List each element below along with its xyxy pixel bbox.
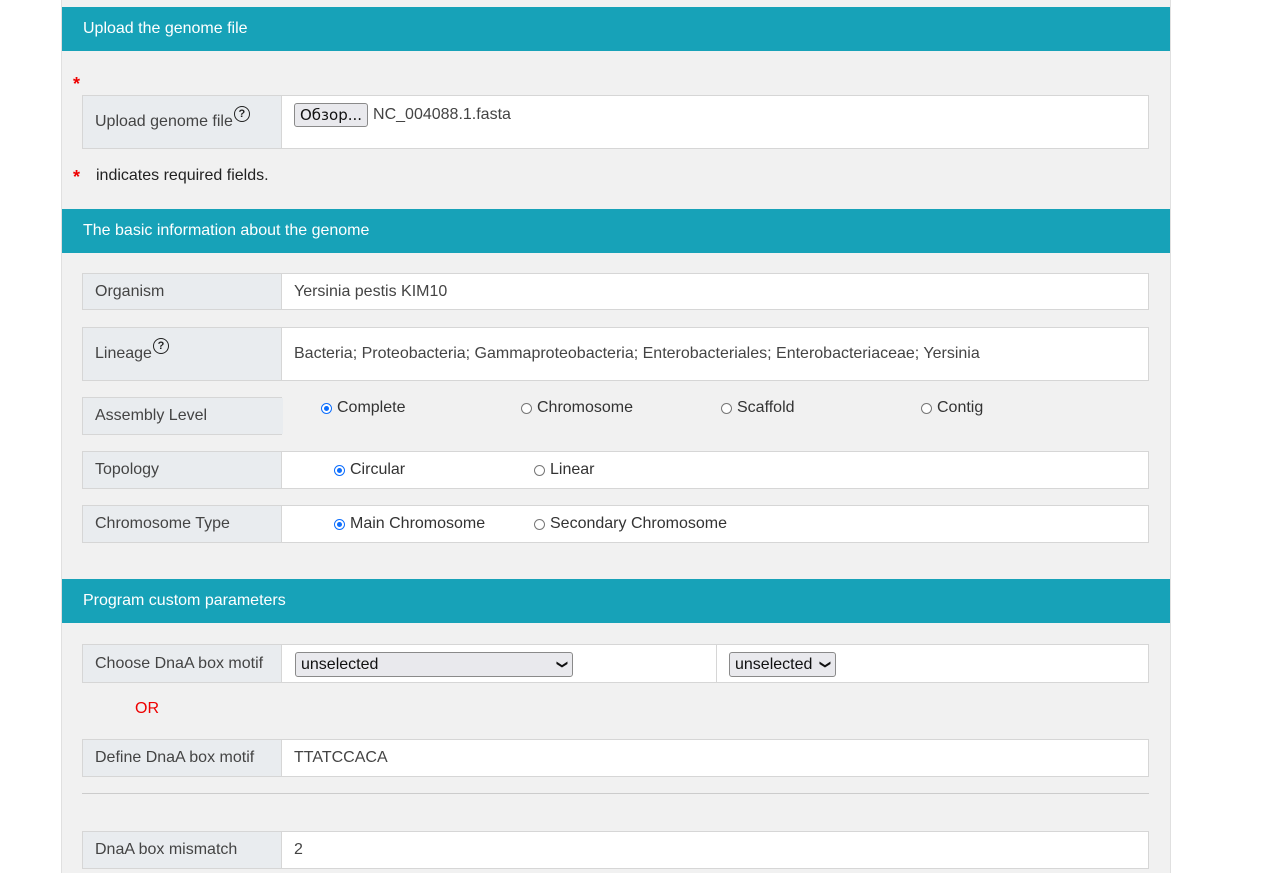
radio-unchecked-icon[interactable]	[921, 402, 932, 414]
required-asterisk: *	[73, 74, 81, 94]
topology-option-circular-label: Circular	[350, 461, 406, 478]
assembly-option-complete-label: Complete	[337, 399, 406, 416]
mismatch-input[interactable]: 2	[294, 832, 1138, 868]
upload-genome-value: Обзор... NC_004088.1.fasta	[294, 96, 1138, 148]
help-icon[interactable]: ?	[152, 338, 169, 354]
motif-select-secondary-value: unselected	[735, 656, 813, 673]
lineage-row: Lineage? Bacteria; Proteobacteria; Gamma…	[82, 327, 1149, 381]
form-panel: Upload the genome file * Upload genome f…	[61, 0, 1171, 873]
chromosome-option-secondary[interactable]: Secondary Chromosome	[534, 515, 727, 533]
assembly-option-scaffold[interactable]: Scaffold	[721, 399, 795, 417]
help-icon[interactable]: ?	[233, 106, 250, 122]
radio-unchecked-icon[interactable]	[521, 402, 532, 414]
radio-unchecked-icon[interactable]	[534, 518, 545, 530]
topology-option-linear[interactable]: Linear	[534, 461, 594, 479]
assembly-level-label: Assembly Level	[83, 398, 283, 434]
mismatch-label: DnaA box mismatch	[83, 832, 282, 868]
assembly-option-contig[interactable]: Contig	[921, 399, 983, 417]
assembly-option-scaffold-label: Scaffold	[737, 399, 795, 416]
required-legend-text: indicates required fields.	[96, 167, 269, 184]
chromosome-type-row: Chromosome Type Main Chromosome Secondar…	[82, 505, 1149, 543]
motif-select-primary[interactable]: unselected ❯	[295, 652, 573, 677]
define-motif-row: Define DnaA box motif TTATCCACA	[82, 739, 1149, 777]
program-section-header: Program custom parameters	[62, 579, 1170, 623]
or-separator: OR	[135, 700, 159, 717]
choose-motif-row: Choose DnaA box motif unselected ❯ unsel…	[82, 644, 1149, 683]
radio-checked-icon[interactable]	[334, 518, 345, 530]
assembly-option-chromosome[interactable]: Chromosome	[521, 399, 633, 417]
organism-input[interactable]: Yersinia pestis KIM10	[294, 274, 1138, 309]
file-name: NC_004088.1.fasta	[373, 106, 511, 123]
assembly-option-chromosome-label: Chromosome	[537, 399, 634, 416]
lineage-label-text: Lineage	[95, 345, 152, 362]
lineage-input[interactable]: Bacteria; Proteobacteria; Gammaproteobac…	[294, 328, 1138, 380]
assembly-option-complete[interactable]: Complete	[321, 399, 405, 417]
radio-unchecked-icon[interactable]	[534, 464, 545, 476]
topology-option-circular[interactable]: Circular	[334, 461, 405, 479]
choose-motif-label: Choose DnaA box motif	[83, 645, 282, 682]
radio-checked-icon[interactable]	[321, 402, 332, 414]
assembly-option-contig-label: Contig	[937, 399, 984, 416]
upload-section-header: Upload the genome file	[62, 7, 1170, 51]
upload-genome-row: Upload genome file? Обзор... NC_004088.1…	[82, 95, 1149, 149]
radio-unchecked-icon[interactable]	[721, 402, 732, 414]
chevron-down-icon: ❯	[818, 659, 831, 670]
required-legend-asterisk: *	[73, 167, 81, 187]
topology-option-linear-label: Linear	[550, 461, 595, 478]
select-divider	[716, 645, 717, 682]
lineage-label: Lineage?	[83, 328, 282, 380]
chromosome-option-secondary-label: Secondary Chromosome	[550, 515, 727, 532]
upload-genome-label-text: Upload genome file	[95, 113, 233, 130]
define-motif-input[interactable]: TTATCCACA	[294, 740, 1138, 776]
motif-select-primary-value: unselected	[301, 656, 379, 673]
mismatch-row: DnaA box mismatch 2	[82, 831, 1149, 869]
radio-checked-icon[interactable]	[334, 464, 345, 476]
browse-button[interactable]: Обзор...	[294, 103, 369, 127]
organism-row: Organism Yersinia pestis KIM10	[82, 273, 1149, 310]
motif-select-secondary[interactable]: unselected ❯	[729, 652, 836, 677]
define-motif-label: Define DnaA box motif	[83, 740, 282, 776]
topology-row: Topology Circular Linear	[82, 451, 1149, 489]
upload-genome-label: Upload genome file?	[83, 96, 282, 148]
assembly-level-row: Assembly Level	[82, 397, 283, 435]
organism-label: Organism	[83, 274, 282, 309]
chromosome-option-main[interactable]: Main Chromosome	[334, 515, 485, 533]
chromosome-option-main-label: Main Chromosome	[350, 515, 486, 532]
divider	[82, 793, 1149, 794]
chromosome-type-label: Chromosome Type	[83, 506, 282, 542]
basic-section-header: The basic information about the genome	[62, 209, 1170, 253]
topology-label: Topology	[83, 452, 282, 488]
chevron-down-icon: ❯	[555, 659, 568, 670]
